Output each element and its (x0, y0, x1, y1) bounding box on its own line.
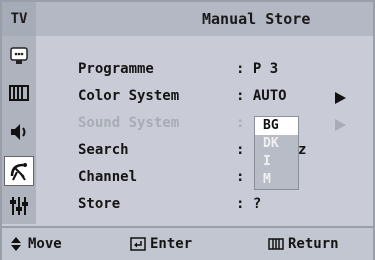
picture-icon[interactable] (7, 81, 31, 105)
sound-icon[interactable] (7, 120, 31, 144)
dropdown-option-bg[interactable]: BG (255, 117, 298, 135)
dropdown-option-i[interactable]: I (255, 153, 298, 171)
menu-item-value: : P 3 (236, 61, 279, 77)
menu-item-value: : ? (236, 196, 262, 212)
page-title: Manual Store (202, 10, 311, 28)
return-label: Return (288, 236, 339, 252)
up-down-arrow-icon (11, 237, 21, 251)
menu-item-label: Search (78, 142, 129, 158)
menu-item-value: : (236, 169, 245, 185)
return-icon (268, 238, 284, 250)
channel-icon[interactable] (4, 156, 34, 186)
source-label: TV (2, 2, 36, 36)
input-icon[interactable] (7, 44, 31, 68)
menu-sidebar (2, 36, 36, 224)
move-hint: Move (8, 228, 62, 260)
dropdown-option-m[interactable]: M (255, 171, 298, 189)
enter-icon (130, 237, 146, 251)
menu-item-label: Channel (78, 169, 138, 185)
menu-item-value: : (236, 142, 245, 158)
manual-store-osd: TV Manual Store Programme : P 3 Color Sy… (0, 0, 375, 260)
move-label: Move (28, 236, 62, 252)
menu-item-label: Color System (78, 88, 180, 104)
dropdown-option-dk[interactable]: DK (255, 135, 298, 153)
enter-label: Enter (150, 236, 193, 252)
title-bar: TV Manual Store (2, 2, 373, 36)
menu-item-value: : AUTO (236, 88, 287, 104)
setup-icon[interactable] (7, 194, 31, 218)
menu-item-partial-value: z (298, 142, 307, 158)
return-hint: Return (268, 228, 339, 260)
help-bar: Move Enter Return (2, 226, 373, 260)
menu-item-label: Sound System (78, 115, 180, 131)
arrow-right-icon (335, 119, 346, 131)
enter-hint: Enter (130, 228, 192, 260)
sound-system-dropdown[interactable]: BG DK I M (254, 116, 299, 190)
menu-item-value: : (236, 115, 245, 131)
menu-item-label: Programme (78, 61, 154, 77)
arrow-right-icon (335, 92, 346, 104)
menu-item-label: Store (78, 196, 121, 212)
